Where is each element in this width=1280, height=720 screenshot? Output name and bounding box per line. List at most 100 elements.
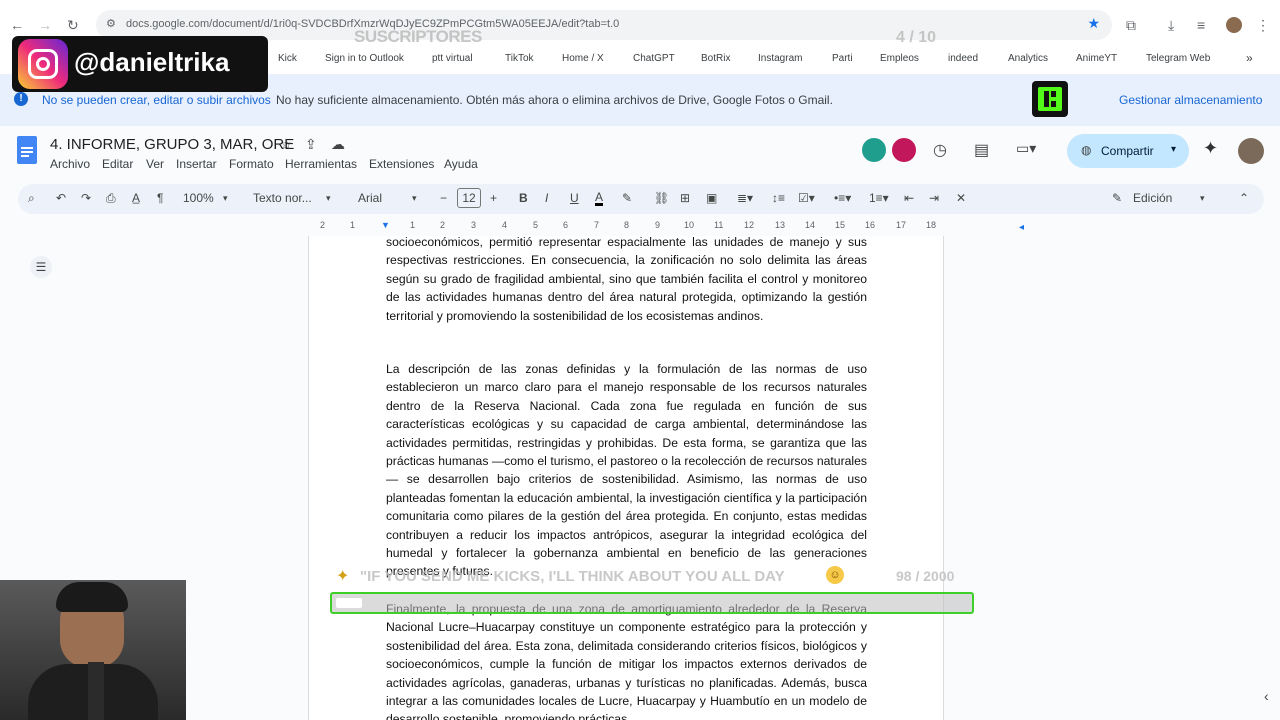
bookmark-item[interactable]: Instagram (758, 53, 802, 64)
share-button[interactable]: ◍ Compartir ▾ (1067, 134, 1189, 168)
history-icon[interactable]: ◷ (933, 140, 947, 160)
collaborator-avatar[interactable] (862, 138, 886, 162)
bookmark-item[interactable]: Analytics (1008, 53, 1048, 64)
star-icon[interactable]: ☆ (280, 136, 293, 153)
increase-indent-icon[interactable]: ⇥ (929, 191, 939, 205)
font-size-input[interactable]: 12 (457, 188, 481, 208)
move-icon[interactable]: ⇪ (305, 136, 317, 153)
search-menus-icon[interactable]: ⌕ (28, 191, 35, 206)
smirk-emoji-icon: ☺ (826, 566, 844, 584)
redo-icon[interactable]: ↷ (81, 191, 91, 205)
menu-ayuda[interactable]: Ayuda (444, 157, 478, 171)
ruler-tick: 11 (714, 220, 724, 230)
extensions-icon[interactable]: ⧉ (1126, 17, 1136, 34)
site-info-icon[interactable]: ⚙ (106, 17, 116, 30)
ruler-tick: 14 (805, 220, 816, 230)
link-icon[interactable]: ⛓ (654, 191, 669, 205)
notice-title: No se pueden crear, editar o subir archi… (42, 93, 271, 107)
media-icon[interactable]: ≡ (1197, 17, 1205, 33)
menu-ver[interactable]: Ver (146, 157, 164, 171)
docs-header: 4. INFORME, GRUPO 3, MAR, ORE ☆ ⇪ ☁ Arch… (0, 126, 1280, 184)
bookmark-item[interactable]: Empleos (880, 53, 919, 64)
ruler-tick: 16 (865, 220, 876, 230)
right-indent-marker[interactable]: ◂ (1019, 222, 1024, 233)
spellcheck-icon[interactable]: A̲ (132, 191, 140, 205)
bookmark-item[interactable]: Kick (278, 53, 297, 64)
bulleted-list-icon[interactable]: •≡▾ (834, 191, 851, 205)
horizontal-ruler[interactable]: 2 1 ▼ 1 2 3 4 5 6 7 8 9 10 11 12 13 14 1… (308, 220, 944, 236)
menu-formato[interactable]: Formato (229, 157, 274, 171)
underline-icon[interactable]: U (570, 191, 579, 205)
download-icon[interactable]: ⤓ (1168, 17, 1174, 34)
kicks-progress-fill (336, 598, 362, 608)
meet-icon[interactable]: ▭▾ (1016, 140, 1036, 157)
paragraph[interactable]: La descripción de las zonas definidas y … (386, 360, 867, 581)
bookmark-item[interactable]: Parti (832, 53, 853, 64)
document-page[interactable]: socioeconómicos, permitió representar es… (308, 236, 944, 720)
clear-formatting-icon[interactable]: ✕ (956, 191, 966, 205)
align-icon[interactable]: ≣▾ (737, 191, 753, 205)
reload-icon[interactable]: ↻ (67, 17, 79, 34)
bookmark-item[interactable]: AnimeYT (1076, 53, 1117, 64)
font-select[interactable]: Arial (358, 191, 382, 205)
hide-menus-icon[interactable]: ⌃ (1239, 191, 1249, 205)
print-icon[interactable]: ⎙ (106, 191, 116, 206)
decrease-indent-icon[interactable]: ⇤ (904, 191, 914, 205)
bookmark-item[interactable]: TikTok (505, 53, 534, 64)
gemini-icon[interactable]: ✦ (1203, 138, 1218, 159)
more-bookmarks-icon[interactable]: » (1246, 51, 1253, 65)
menu-herramientas[interactable]: Herramientas (285, 157, 357, 171)
text-color-icon[interactable]: A (595, 191, 604, 206)
menu-editar[interactable]: Editar (102, 157, 133, 171)
chevron-down-icon[interactable]: ▾ (223, 193, 228, 204)
outline-icon[interactable]: ☰ (30, 256, 52, 278)
bookmark-item[interactable]: Telegram Web (1146, 53, 1210, 64)
menu-insertar[interactable]: Insertar (176, 157, 217, 171)
menu-extensiones[interactable]: Extensiones (369, 157, 434, 171)
bookmark-star-icon[interactable]: ★ (1087, 15, 1100, 32)
italic-icon[interactable]: I (545, 191, 548, 205)
chevron-down-icon[interactable]: ▾ (326, 193, 331, 204)
undo-icon[interactable]: ↶ (56, 191, 66, 205)
back-icon[interactable]: ← (10, 17, 24, 33)
collaborator-avatar[interactable] (892, 138, 916, 162)
side-panel-toggle-icon[interactable]: ‹ (1264, 688, 1269, 704)
style-select[interactable]: Texto nor... (253, 191, 312, 205)
paragraph[interactable]: socioeconómicos, permitió representar es… (386, 236, 867, 325)
mode-select[interactable]: Edición (1133, 191, 1172, 205)
bookmark-item[interactable]: indeed (948, 53, 978, 64)
menu-archivo[interactable]: Archivo (50, 157, 90, 171)
edit-mode-icon[interactable]: ✎ (1112, 191, 1122, 205)
add-comment-icon[interactable]: ⊞ (680, 191, 690, 205)
chevron-down-icon[interactable]: ▾ (412, 193, 417, 204)
docs-logo-icon[interactable] (17, 136, 37, 164)
profile-avatar[interactable] (1226, 17, 1242, 33)
manage-storage-link[interactable]: Gestionar almacenamiento (1119, 93, 1262, 107)
bold-icon[interactable]: B (519, 191, 528, 205)
numbered-list-icon[interactable]: 1≡▾ (869, 191, 889, 205)
zoom-select[interactable]: 100% (183, 191, 214, 205)
bookmark-item[interactable]: ChatGPT (633, 53, 675, 64)
bookmark-item[interactable]: Home / X (562, 53, 604, 64)
highlight-icon[interactable]: ✎ (622, 191, 632, 205)
share-dropdown-icon[interactable]: ▾ (1171, 144, 1176, 155)
insert-image-icon[interactable]: ▣ (706, 191, 717, 205)
account-avatar[interactable] (1238, 138, 1264, 164)
decrease-font-icon[interactable]: − (440, 191, 447, 205)
instagram-icon (18, 39, 68, 89)
paragraph[interactable]: Finalmente, la propuesta de una zona de … (386, 600, 867, 720)
comments-icon[interactable]: ▤ (974, 140, 989, 160)
chevron-down-icon[interactable]: ▾ (1200, 193, 1205, 204)
forward-icon[interactable]: → (38, 17, 52, 33)
checklist-icon[interactable]: ☑▾ (798, 191, 815, 205)
paint-format-icon[interactable]: ¶ (157, 191, 163, 205)
line-spacing-icon[interactable]: ↕≡ (772, 191, 785, 205)
bookmark-item[interactable]: BotRix (701, 53, 730, 64)
bookmark-item[interactable]: Sign in to Outlook (325, 53, 404, 64)
increase-font-icon[interactable]: + (490, 191, 497, 205)
document-title[interactable]: 4. INFORME, GRUPO 3, MAR, ORE (50, 136, 294, 153)
left-indent-marker[interactable]: ▼ (381, 220, 390, 230)
bookmark-item[interactable]: ptt virtual (432, 53, 473, 64)
menu-icon[interactable]: ⋮ (1256, 17, 1270, 34)
instagram-overlay: @danieltrika (12, 36, 268, 92)
